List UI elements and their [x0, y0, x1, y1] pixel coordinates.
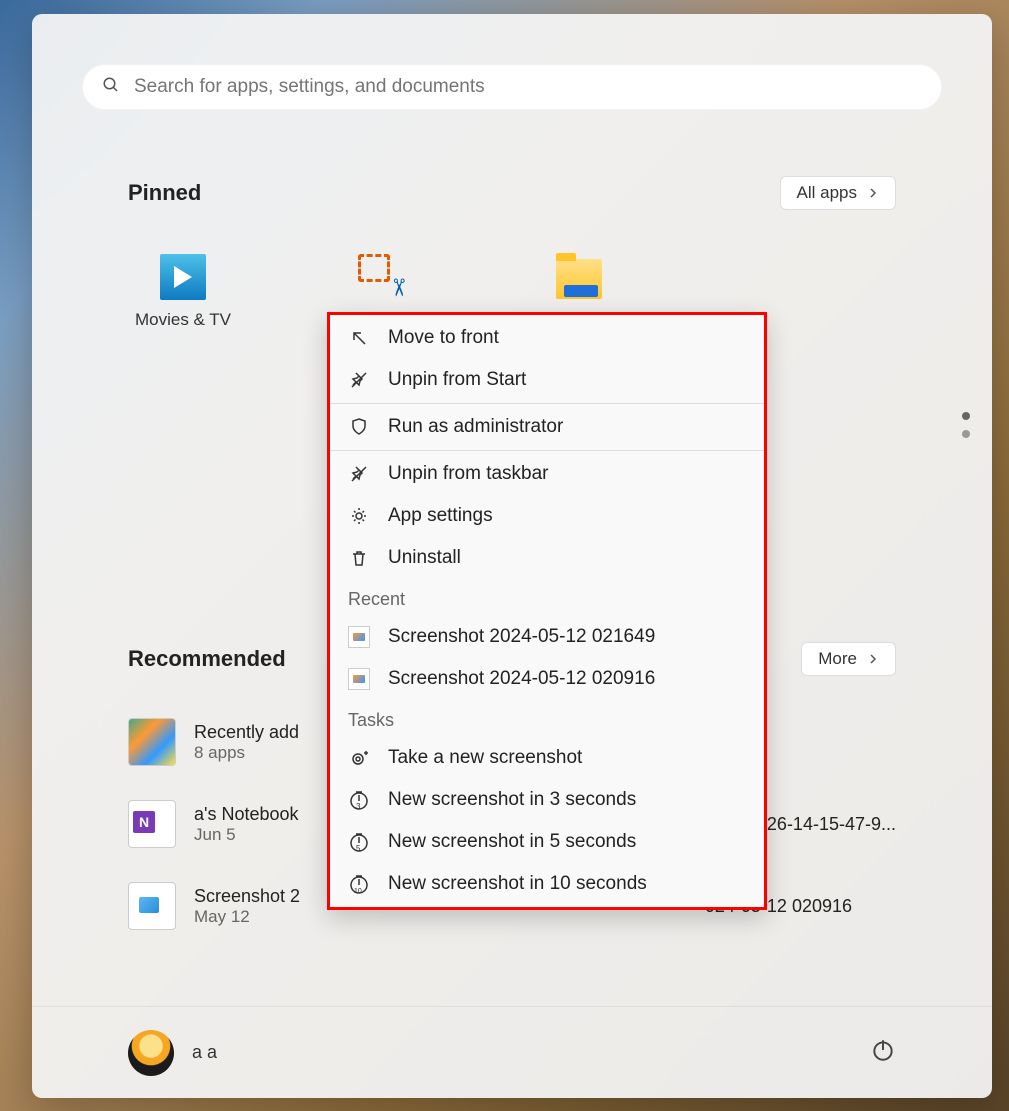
page-indicator[interactable]	[962, 412, 970, 438]
ctx-task-screenshot-5s[interactable]: 5 New screenshot in 5 seconds	[330, 821, 764, 863]
ctx-uninstall[interactable]: Uninstall	[330, 537, 764, 579]
pinned-label: Movies & TV	[135, 310, 231, 330]
camera-plus-icon	[348, 747, 370, 769]
gear-icon	[348, 505, 370, 527]
ctx-unpin-from-taskbar[interactable]: Unpin from taskbar	[330, 453, 764, 495]
chevron-right-icon	[867, 653, 879, 665]
rec-title: Recently add	[194, 722, 299, 743]
ctx-label: Move to front	[388, 327, 499, 349]
screenshot-file-icon	[128, 882, 176, 930]
ctx-label: New screenshot in 5 seconds	[388, 831, 636, 853]
ctx-tasks-header: Tasks	[330, 700, 764, 737]
ctx-task-screenshot-3s[interactable]: 3 New screenshot in 3 seconds	[330, 779, 764, 821]
svg-text:3: 3	[356, 802, 361, 811]
power-button[interactable]	[870, 1037, 896, 1068]
search-bar[interactable]	[82, 64, 942, 110]
ctx-recent-header: Recent	[330, 579, 764, 616]
ctx-label: New screenshot in 3 seconds	[388, 789, 636, 811]
all-apps-button[interactable]: All apps	[780, 176, 896, 210]
file-icon	[348, 626, 370, 648]
shield-icon	[348, 416, 370, 438]
context-menu: Move to front Unpin from Start Run as ad…	[327, 312, 767, 910]
ctx-label: Take a new screenshot	[388, 747, 582, 769]
ctx-label: Unpin from Start	[388, 369, 526, 391]
ctx-label: Run as administrator	[388, 416, 563, 438]
ctx-task-screenshot-10s[interactable]: 10 New screenshot in 10 seconds	[330, 863, 764, 905]
ctx-label: Uninstall	[388, 547, 461, 569]
rec-sub: 8 apps	[194, 743, 299, 763]
ctx-label: App settings	[388, 505, 493, 527]
trash-icon	[348, 547, 370, 569]
search-input[interactable]	[134, 76, 922, 98]
separator	[330, 450, 764, 451]
page-dot[interactable]	[962, 430, 970, 438]
pinned-title: Pinned	[128, 180, 201, 206]
power-icon	[870, 1037, 896, 1063]
snipping-tool-icon	[358, 254, 404, 300]
ctx-label: Unpin from taskbar	[388, 463, 549, 485]
ctx-label: Screenshot 2024-05-12 020916	[388, 668, 655, 690]
movies-tv-icon	[160, 254, 206, 300]
user-account-button[interactable]: a a	[128, 1030, 217, 1076]
timer-10-icon: 10	[348, 873, 370, 895]
timer-5-icon: 5	[348, 831, 370, 853]
rec-title: Screenshot 2	[194, 886, 300, 907]
start-menu: Pinned All apps Movies & TV Snippi	[32, 14, 992, 1098]
timer-3-icon: 3	[348, 789, 370, 811]
recently-added-icon	[128, 718, 176, 766]
rec-sub: Jun 5	[194, 825, 299, 845]
arrow-up-left-icon	[348, 327, 370, 349]
svg-text:10: 10	[354, 888, 362, 895]
rec-sub: May 12	[194, 907, 300, 927]
search-icon	[102, 76, 120, 99]
more-label: More	[818, 649, 857, 669]
ctx-run-as-administrator[interactable]: Run as administrator	[330, 406, 764, 448]
rec-title: a's Notebook	[194, 804, 299, 825]
unpin-icon	[348, 463, 370, 485]
file-icon	[348, 668, 370, 690]
recommended-title: Recommended	[128, 646, 286, 672]
ctx-unpin-from-start[interactable]: Unpin from Start	[330, 359, 764, 401]
ctx-task-take-screenshot[interactable]: Take a new screenshot	[330, 737, 764, 779]
ctx-move-to-front[interactable]: Move to front	[330, 317, 764, 359]
unpin-icon	[348, 369, 370, 391]
start-footer: a a	[32, 1006, 992, 1098]
username: a a	[192, 1042, 217, 1063]
page-dot[interactable]	[962, 412, 970, 420]
onenote-icon	[128, 800, 176, 848]
file-explorer-icon	[556, 254, 602, 300]
ctx-recent-item[interactable]: Screenshot 2024-05-12 020916	[330, 658, 764, 700]
svg-text:5: 5	[356, 844, 361, 853]
pinned-app-movies-tv[interactable]: Movies & TV	[128, 254, 238, 330]
more-button[interactable]: More	[801, 642, 896, 676]
ctx-label: New screenshot in 10 seconds	[388, 873, 647, 895]
ctx-label: Screenshot 2024-05-12 021649	[388, 626, 655, 648]
chevron-right-icon	[867, 187, 879, 199]
avatar	[128, 1030, 174, 1076]
ctx-app-settings[interactable]: App settings	[330, 495, 764, 537]
ctx-recent-item[interactable]: Screenshot 2024-05-12 021649	[330, 616, 764, 658]
separator	[330, 403, 764, 404]
all-apps-label: All apps	[797, 183, 857, 203]
